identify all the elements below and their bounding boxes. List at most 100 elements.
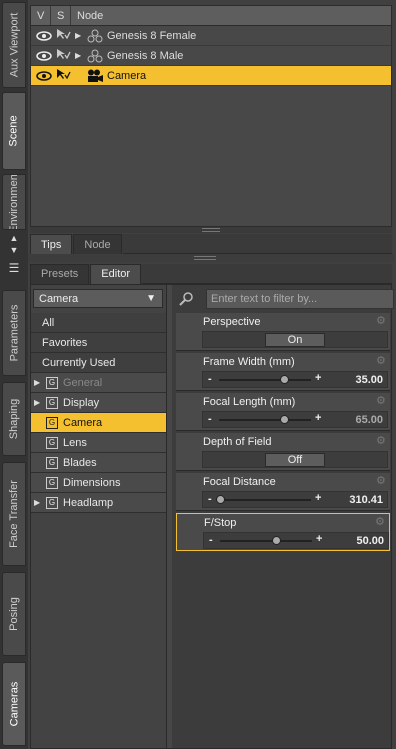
- pane-menu-icon[interactable]: ☰: [4, 261, 24, 275]
- property-label: Frame Width (mm): [203, 356, 295, 368]
- eye-icon[interactable]: [35, 70, 53, 82]
- slider-track[interactable]: [219, 499, 311, 501]
- frame-width-slider[interactable]: - + 35.00: [202, 371, 388, 388]
- presets-editor-tabbar: Presets Editor: [30, 264, 392, 284]
- scene-row-genesis-8-female[interactable]: ▶ Genesis 8 Female: [31, 26, 391, 46]
- expand-arrow-icon[interactable]: ▶: [34, 378, 44, 387]
- node-label: Camera: [107, 69, 147, 82]
- tab-node[interactable]: Node: [73, 234, 122, 254]
- f-stop-slider[interactable]: - + 50.00: [203, 532, 389, 549]
- tips-node-tabbar: Tips Node: [30, 234, 392, 254]
- focal-distance-slider[interactable]: - + 310.41: [202, 491, 388, 508]
- scene-row-genesis-8-male[interactable]: ▶ Genesis 8 Male: [31, 46, 391, 66]
- tab-label: Parameters: [8, 304, 21, 362]
- expand-arrow-icon[interactable]: ▶: [75, 31, 85, 40]
- slider-thumb[interactable]: [280, 375, 290, 384]
- tab-label: Environment: [8, 174, 21, 230]
- depth-of-field-toggle[interactable]: Off: [202, 451, 388, 468]
- category-headlamp[interactable]: ▶ G Headlamp: [31, 493, 166, 513]
- tab-shaping[interactable]: Shaping: [2, 382, 26, 456]
- category-blades[interactable]: G Blades: [31, 453, 166, 473]
- gear-icon[interactable]: ⚙: [376, 435, 388, 447]
- tab-scene[interactable]: Scene: [2, 92, 26, 170]
- tab-label: Aux Viewport: [8, 12, 21, 78]
- scene-row-camera[interactable]: Camera: [31, 66, 391, 86]
- search-icon[interactable]: [178, 291, 194, 307]
- node-label: Genesis 8 Female: [107, 29, 197, 42]
- focal-length-slider[interactable]: - + 65.00: [202, 411, 388, 428]
- decrement-button[interactable]: -: [208, 373, 212, 385]
- selectable-column-header[interactable]: S: [51, 6, 71, 25]
- toggle-button[interactable]: Off: [265, 453, 325, 467]
- figure-icon: [85, 29, 105, 43]
- category-camera[interactable]: G Camera: [31, 413, 166, 433]
- category-dimensions[interactable]: G Dimensions: [31, 473, 166, 493]
- property-value[interactable]: 310.41: [349, 494, 383, 506]
- tab-aux-viewport[interactable]: Aux Viewport: [2, 2, 26, 88]
- tab-tips[interactable]: Tips: [30, 234, 73, 254]
- select-arrow-icon[interactable]: [55, 28, 73, 43]
- tab-cameras[interactable]: Cameras: [2, 662, 26, 746]
- category-dropdown[interactable]: Camera ▼: [33, 289, 163, 308]
- increment-button[interactable]: +: [315, 372, 321, 384]
- perspective-toggle[interactable]: On: [202, 331, 388, 348]
- expand-arrow-icon[interactable]: ▶: [34, 498, 44, 507]
- increment-button[interactable]: +: [315, 412, 321, 424]
- node-label: Genesis 8 Male: [107, 49, 184, 62]
- slider-track[interactable]: [219, 419, 311, 421]
- property-value[interactable]: 65.00: [355, 414, 383, 426]
- eye-icon[interactable]: [35, 50, 53, 62]
- pane-splitter[interactable]: [30, 227, 392, 233]
- category-favorites[interactable]: Favorites: [31, 333, 166, 353]
- category-lens[interactable]: G Lens: [31, 433, 166, 453]
- category-currently-used[interactable]: Currently Used: [31, 353, 166, 373]
- slider-thumb[interactable]: [272, 536, 282, 545]
- gear-icon[interactable]: ⚙: [376, 395, 388, 407]
- property-value[interactable]: 35.00: [355, 374, 383, 386]
- tab-parameters[interactable]: Parameters: [2, 290, 26, 376]
- tab-editor[interactable]: Editor: [90, 264, 142, 284]
- group-icon: G: [46, 396, 58, 409]
- filter-bar: [176, 289, 394, 309]
- group-icon: G: [46, 476, 58, 489]
- scroll-down-icon[interactable]: ▼: [4, 244, 24, 256]
- slider-thumb[interactable]: [215, 495, 225, 504]
- node-column-header[interactable]: Node: [71, 6, 391, 25]
- gear-icon[interactable]: ⚙: [376, 475, 388, 487]
- tab-presets[interactable]: Presets: [30, 264, 90, 284]
- slider-thumb[interactable]: [280, 415, 290, 424]
- property-depth-of-field: Depth of Field ⚙ Off: [176, 433, 390, 471]
- tab-environment[interactable]: Environment: [2, 174, 26, 230]
- category-label: Display: [63, 396, 100, 409]
- visibility-column-header[interactable]: V: [31, 6, 51, 25]
- slider-track[interactable]: [219, 379, 311, 381]
- decrement-button[interactable]: -: [208, 413, 212, 425]
- decrement-button[interactable]: -: [208, 493, 212, 505]
- tab-face-transfer[interactable]: Face Transfer: [2, 462, 26, 566]
- filter-input[interactable]: [206, 289, 394, 309]
- increment-button[interactable]: +: [315, 492, 321, 504]
- select-arrow-icon[interactable]: [55, 48, 73, 63]
- increment-button[interactable]: +: [316, 533, 322, 545]
- decrement-button[interactable]: -: [209, 534, 213, 546]
- eye-icon[interactable]: [35, 30, 53, 42]
- property-value[interactable]: 50.00: [356, 535, 384, 547]
- left-tab-strip: Aux Viewport Scene Environment ▲ ▼ ☰ Par…: [0, 0, 28, 749]
- gear-icon[interactable]: ⚙: [376, 355, 388, 367]
- toggle-button[interactable]: On: [265, 333, 325, 347]
- slider-track[interactable]: [220, 540, 312, 542]
- expand-arrow-icon[interactable]: ▶: [75, 51, 85, 60]
- dropdown-value: Camera: [39, 292, 79, 305]
- gear-icon[interactable]: ⚙: [376, 315, 388, 327]
- scroll-up-icon[interactable]: ▲: [4, 232, 24, 244]
- pane-splitter[interactable]: [28, 254, 394, 262]
- category-label: Headlamp: [63, 496, 114, 509]
- gear-icon[interactable]: ⚙: [375, 516, 387, 528]
- select-arrow-icon[interactable]: [55, 68, 73, 83]
- category-general[interactable]: ▶ G General: [31, 373, 166, 393]
- expand-arrow-icon[interactable]: ▶: [34, 398, 44, 407]
- category-display[interactable]: ▶ G Display: [31, 393, 166, 413]
- category-all[interactable]: All: [31, 313, 166, 333]
- tab-posing[interactable]: Posing: [2, 572, 26, 656]
- property-label: Focal Distance: [203, 476, 276, 488]
